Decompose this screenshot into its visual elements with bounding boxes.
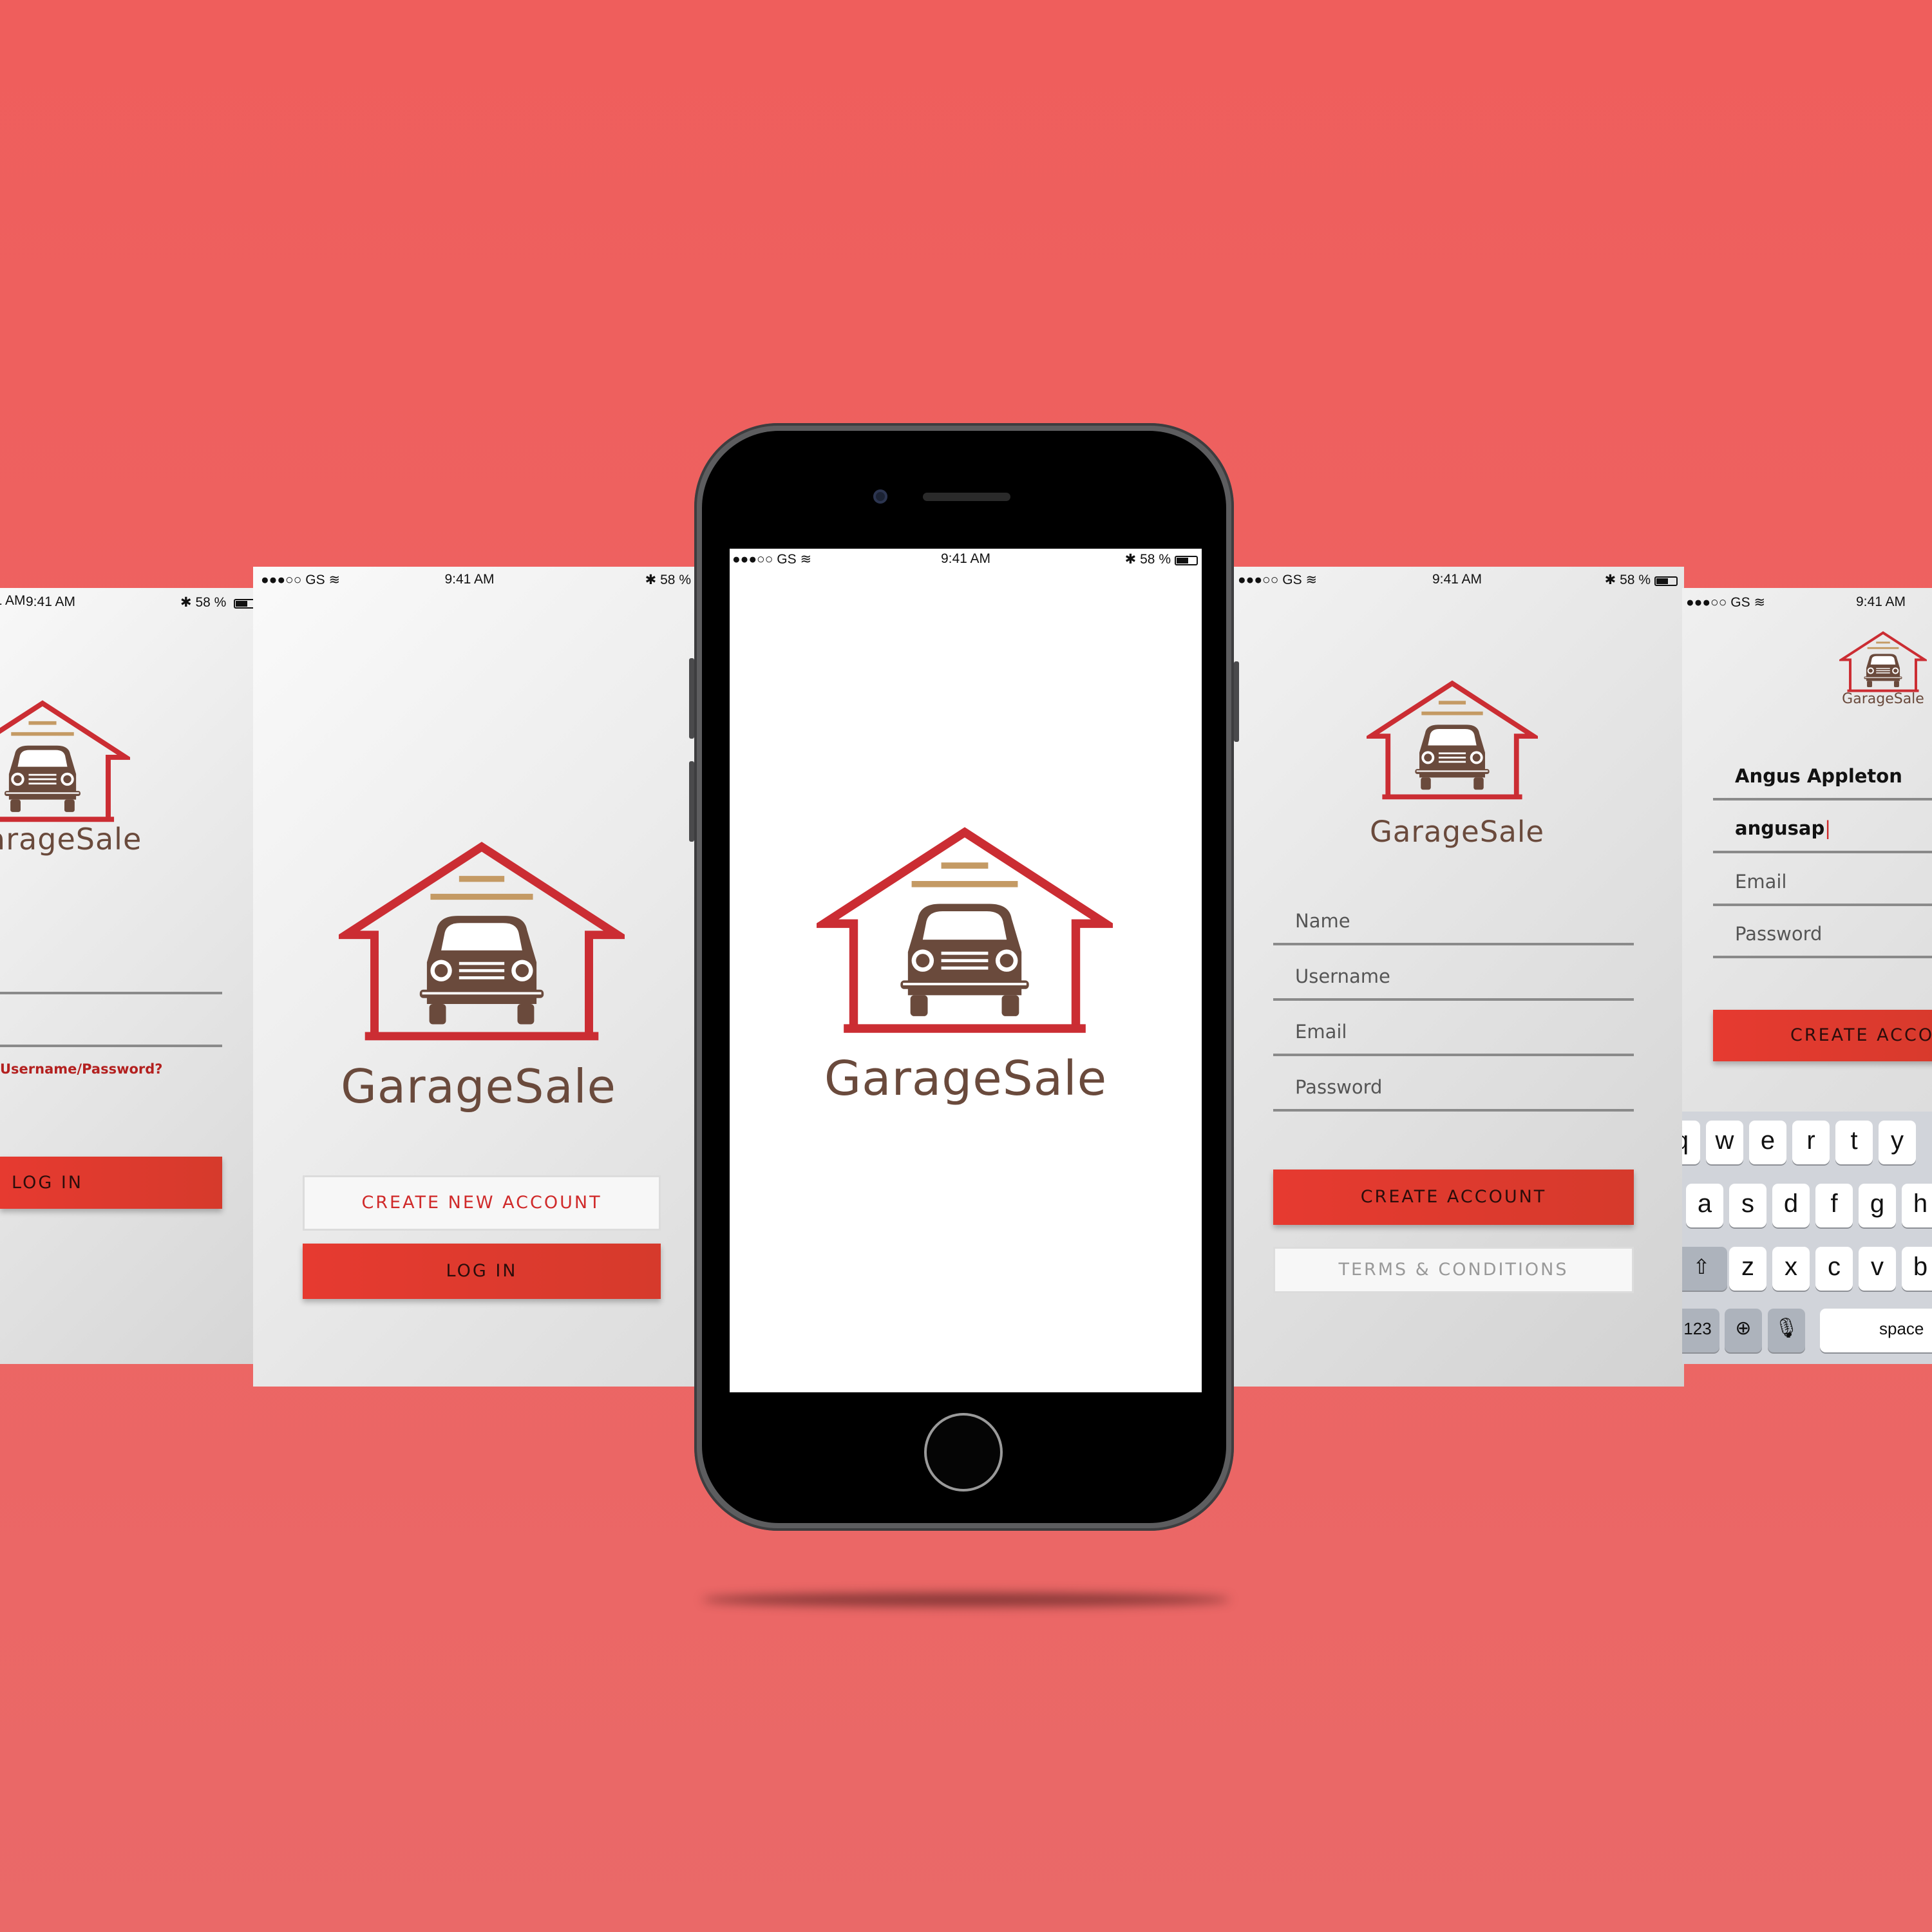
key-w[interactable]: w — [1706, 1121, 1743, 1164]
signup-screen: ●●●○○ GS ≋ 9:41 AM ✱ 58 % GarageSale Nam… — [1230, 567, 1684, 1387]
key-y[interactable]: y — [1879, 1121, 1916, 1164]
status-right: ✱ 58 % — [180, 594, 258, 611]
front-camera-icon — [873, 489, 887, 504]
create-new-account-label: CREATE NEW ACCOUNT — [361, 1193, 602, 1213]
create-new-account-button[interactable]: CREATE NEW ACCOUNT — [303, 1175, 661, 1231]
logo-wordmark: GarageSale — [341, 1059, 616, 1113]
email-field[interactable]: Email — [1713, 861, 1932, 906]
key-e[interactable]: e — [1749, 1121, 1786, 1164]
name-value: Angus Appleton — [1735, 765, 1902, 787]
logo-wordmark: arageSale — [0, 822, 142, 857]
phone-side-button-bottom — [689, 761, 694, 842]
key-z[interactable]: z — [1729, 1247, 1766, 1291]
globe-icon: ⊕ — [1735, 1318, 1752, 1339]
create-account-button[interactable]: CREATE ACCOUNT — [1273, 1170, 1634, 1225]
key-r[interactable]: r — [1792, 1121, 1830, 1164]
text-cursor: | — [1824, 817, 1831, 839]
terms-conditions-button[interactable]: TERMS & CONDITIONS — [1273, 1247, 1634, 1293]
welcome-screen: ●●●○○ GS ≋ 9:41 AM ✱ 58 % GarageSale CRE… — [253, 567, 704, 1387]
battery-icon — [1175, 556, 1198, 565]
numbers-key[interactable]: 123 — [1682, 1309, 1719, 1352]
globe-key[interactable]: ⊕ — [1725, 1309, 1762, 1352]
status-time: 9:41 AM — [444, 572, 495, 587]
splash-screen: ●●●○○ GS ≋ 9:41 AM ✱ 58 % GarageSale — [730, 549, 1202, 1392]
login-button-label: LOG IN — [12, 1173, 83, 1193]
password-field[interactable]: Password — [1713, 913, 1932, 958]
key-h[interactable]: h — [1902, 1184, 1932, 1227]
create-account-label: CREATE ACCOU — [1790, 1025, 1932, 1045]
space-key[interactable]: space — [1820, 1309, 1932, 1352]
space-key-label: space — [1879, 1319, 1924, 1338]
phone-speaker — [923, 493, 1010, 501]
bluetooth-icon: ✱ — [645, 573, 657, 587]
phone-frame: ●●●○○ GS ≋ 9:41 AM ✱ 58 % GarageSale — [689, 423, 1239, 1531]
microphone-icon: 🎙 — [1774, 1318, 1799, 1339]
carrier-signal: ●●●○○ GS ≋ — [1686, 595, 1766, 610]
numbers-key-label: 123 — [1683, 1319, 1712, 1338]
status-bar: ●●●○○ GS ≋ 9:41 AM — [1682, 593, 1932, 619]
wifi-icon: ≋ — [1754, 595, 1766, 610]
status-bar: ●●●○○ GS ≋ 9:41 AM ✱ 58 % — [253, 567, 704, 592]
key-d[interactable]: d — [1772, 1184, 1810, 1227]
phone-shadow — [702, 1593, 1230, 1607]
password-field-line — [0, 1045, 222, 1047]
email-field[interactable]: Email — [1273, 1012, 1634, 1056]
logo-wordmark: GarageSale — [1842, 691, 1924, 707]
garagesale-logo-icon — [817, 822, 1113, 1045]
forgot-credentials-link[interactable]: Username/Password? — [0, 1061, 162, 1077]
garagesale-logo-icon — [1839, 630, 1927, 696]
name-field[interactable]: Name — [1273, 902, 1634, 945]
bluetooth-icon: ✱ — [1124, 552, 1137, 567]
key-g[interactable]: g — [1859, 1184, 1896, 1227]
battery-percent: 58 % — [195, 595, 227, 610]
key-x[interactable]: x — [1772, 1247, 1810, 1291]
home-button[interactable] — [924, 1413, 1003, 1492]
status-right: ✱ 58 % — [645, 573, 691, 587]
status-bar: ●●●○○ GS ≋ 9:41 AM ✱ 58 % — [1230, 567, 1684, 592]
login-button[interactable]: LOG IN — [0, 1157, 222, 1209]
shift-icon: ⇧ — [1692, 1255, 1710, 1278]
status-right: ✱ 58 % — [1125, 551, 1198, 567]
key-a[interactable]: a — [1686, 1184, 1723, 1227]
login-button-label: LOG IN — [446, 1261, 518, 1281]
phone-side-button-top — [689, 658, 694, 739]
signup-filled-screen: ●●●○○ GS ≋ 9:41 AM GarageSale Angus Appl… — [1682, 588, 1932, 1364]
status-right: ✱ 58 % — [1605, 572, 1678, 588]
garagesale-logo-icon — [0, 697, 130, 829]
username-field-line — [0, 992, 222, 994]
logo-wordmark: GarageSale — [1369, 815, 1545, 849]
bluetooth-icon: ✱ — [1604, 573, 1616, 587]
key-t[interactable]: t — [1835, 1121, 1873, 1164]
login-screen: 9:41 AM 9:41 AM ✱ 58 % arageSale Usernam… — [0, 588, 258, 1364]
name-field[interactable]: Angus Appleton — [1713, 755, 1932, 800]
microphone-key[interactable]: 🎙 — [1768, 1309, 1805, 1352]
logo-wordmark: GarageSale — [824, 1051, 1108, 1106]
garagesale-logo-icon — [1367, 677, 1538, 806]
username-value: angusap — [1735, 817, 1825, 839]
create-account-label: CREATE ACCOUNT — [1360, 1187, 1547, 1207]
shift-key[interactable]: ⇧ — [1682, 1247, 1727, 1291]
status-bar: ●●●○○ GS ≋ 9:41 AM ✱ 58 % — [730, 549, 1202, 574]
key-v[interactable]: v — [1859, 1247, 1896, 1291]
keyboard: q w e r t y a s d f g h ⇧ z x c v b 123 … — [1682, 1112, 1932, 1364]
key-c[interactable]: c — [1815, 1247, 1853, 1291]
create-account-button[interactable]: CREATE ACCOU — [1713, 1010, 1932, 1061]
terms-conditions-label: TERMS & CONDITIONS — [1338, 1260, 1569, 1280]
status-time: 9:41 AM — [1856, 594, 1906, 609]
garagesale-logo-icon — [339, 837, 625, 1052]
status-time-left: 9:41 AM — [26, 594, 76, 609]
username-field[interactable]: angusap| — [1713, 807, 1932, 853]
login-button[interactable]: LOG IN — [303, 1244, 661, 1299]
key-q[interactable]: q — [1682, 1121, 1700, 1164]
password-field[interactable]: Password — [1273, 1068, 1634, 1112]
phone-side-button-right — [1234, 661, 1239, 742]
key-f[interactable]: f — [1815, 1184, 1853, 1227]
bluetooth-icon: ✱ — [180, 595, 192, 610]
username-field[interactable]: Username — [1273, 957, 1634, 1001]
battery-icon — [1654, 576, 1678, 586]
key-s[interactable]: s — [1729, 1184, 1766, 1227]
key-b[interactable]: b — [1902, 1247, 1932, 1291]
